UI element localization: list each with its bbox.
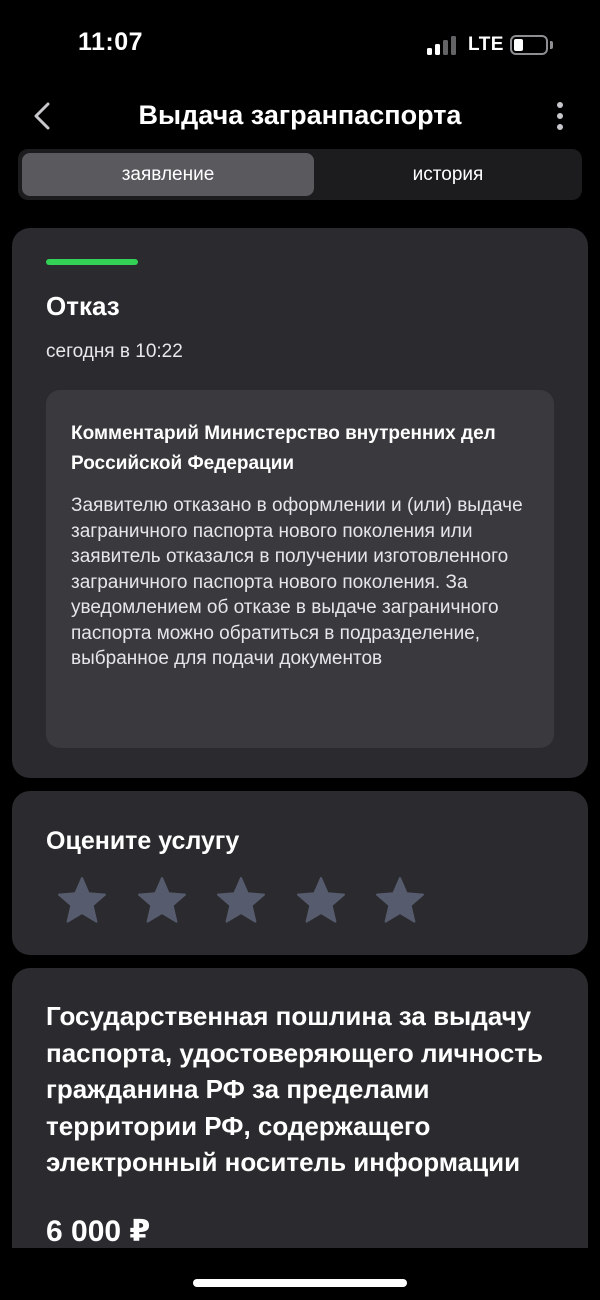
more-options-button[interactable]	[546, 98, 574, 134]
rating-card: Оцените услугу	[12, 791, 588, 955]
star-icon[interactable]	[374, 875, 426, 927]
star-icon[interactable]	[215, 875, 267, 927]
comment-box: Комментарий Министерство внутренних дел …	[46, 390, 554, 748]
status-timestamp: сегодня в 10:22	[46, 341, 183, 362]
status-title: Отказ	[46, 291, 120, 321]
star-icon[interactable]	[56, 875, 108, 927]
fee-amount: 6 000 ₽	[46, 1215, 151, 1248]
more-vertical-icon	[557, 102, 563, 108]
home-indicator[interactable]	[193, 1279, 407, 1287]
status-bar: 11:07 LTE	[0, 0, 600, 90]
tab-application[interactable]: заявление	[22, 153, 314, 196]
app-screen: 11:07 LTE Выдача загранпаспорта заявлени…	[0, 0, 600, 1300]
comment-body: Заявителю отказано в оформлении и (или) …	[71, 495, 523, 669]
star-icon[interactable]	[295, 875, 347, 927]
network-type: LTE	[468, 34, 504, 55]
tab-history[interactable]: история	[318, 153, 578, 196]
signal-icon	[427, 35, 459, 55]
bottom-area	[0, 1248, 600, 1300]
fee-title: Государственная пошлина за выдачу паспор…	[46, 1001, 543, 1177]
battery-tip	[550, 41, 553, 49]
page-title: Выдача загранпаспорта	[138, 100, 462, 130]
status-indicator-bar	[46, 259, 138, 265]
rating-title: Оцените услугу	[46, 827, 240, 855]
battery-icon	[510, 35, 548, 55]
status-card: Отказ сегодня в 10:22 Комментарий Минист…	[12, 228, 588, 778]
status-time: 11:07	[78, 28, 144, 56]
comment-title: Комментарий Министерство внутренних дел …	[71, 423, 496, 474]
star-icon[interactable]	[136, 875, 188, 927]
segmented-control: заявление история	[18, 149, 582, 200]
